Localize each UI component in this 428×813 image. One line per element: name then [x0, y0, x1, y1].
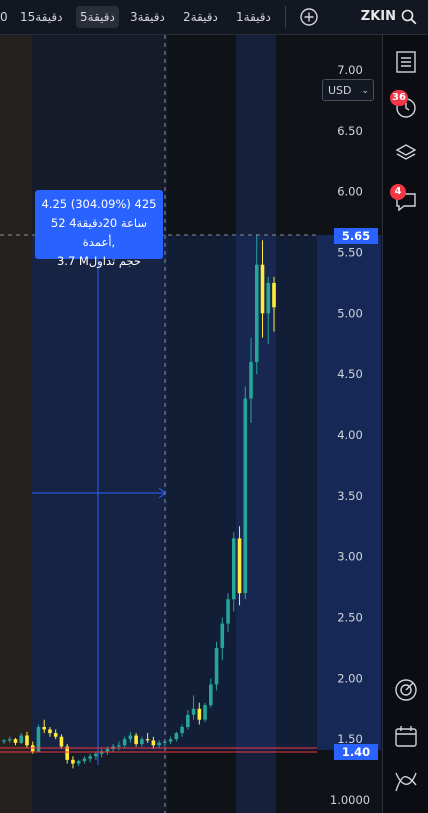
candle-body [134, 735, 138, 745]
candle-body [260, 264, 265, 314]
add-timeframe-icon[interactable] [299, 7, 319, 27]
candle-body [180, 727, 184, 734]
candle-body [186, 714, 190, 727]
candle-body [168, 739, 173, 742]
chevron-down-icon: ⌄ [361, 86, 369, 96]
search-icon[interactable] [400, 8, 418, 26]
candle-body [243, 398, 248, 594]
measure-tooltip: 4.25 (304.09%) 425 52 ساعة 20دقيقة4 ,أعم… [35, 190, 163, 268]
alerts-badge: 36 [390, 90, 408, 106]
candle-body [209, 684, 213, 706]
candle-body [140, 739, 144, 745]
candle-body [197, 708, 202, 720]
candle-body [122, 739, 127, 746]
notes-icon [396, 51, 416, 73]
candle-body [174, 733, 179, 740]
ideas-button[interactable] [392, 676, 420, 704]
candle-body [53, 733, 58, 737]
candle-body [19, 735, 24, 743]
chat-button[interactable]: 4 [390, 184, 420, 215]
toolbar-divider [285, 6, 286, 28]
timeframe-0[interactable]: 0 [0, 6, 8, 28]
currency-dropdown[interactable]: USD ⌄ [322, 79, 374, 101]
chat-badge: 4 [390, 184, 406, 200]
alerts-button[interactable]: 36 [390, 90, 420, 121]
y-tick-label: 3.00 [337, 550, 363, 564]
timeframe-2m[interactable]: 2دقيقة [183, 6, 218, 28]
watchlist-button[interactable] [392, 48, 420, 76]
candle-body [266, 282, 271, 314]
y-tick-label: 4.50 [337, 367, 363, 381]
gauge-icon [395, 679, 417, 701]
layers-button[interactable] [392, 139, 420, 167]
measure-change: 4.25 (304.09%) 425 [41, 197, 157, 211]
candle-body [272, 282, 276, 308]
candle-body [214, 647, 219, 685]
candle-body [42, 727, 47, 730]
currency-label: USD [328, 84, 352, 97]
symbol-name[interactable]: ZKIN [361, 6, 396, 28]
calendar-button[interactable] [392, 722, 420, 750]
timeframe-3m[interactable]: 3دقيقة [130, 6, 165, 28]
y-tick-label: 5.00 [337, 306, 363, 320]
candle-body [249, 362, 253, 399]
candle-body [226, 599, 230, 624]
candle-body [76, 761, 81, 764]
y-tick-label: 6.50 [337, 124, 363, 138]
candle-body [48, 729, 52, 734]
candle-body [151, 740, 156, 746]
candle-body [25, 735, 29, 746]
chart-canvas: 7.00 6.50 6.00 5.50 5.00 4.50 4.00 3.50 3.00 2.50… [0, 35, 381, 813]
timeframe-5m[interactable]: 5دقيقة [76, 6, 119, 28]
trend-curve-icon [395, 772, 417, 792]
y-tick-label: 5.50 [337, 246, 363, 260]
candle-body [231, 538, 236, 600]
candle-body [105, 748, 110, 752]
right-toolbar: 36 4 [382, 35, 428, 813]
measure-volume: 3.7 Mحجم تداول [56, 254, 142, 268]
timeframe-toolbar: 0 15دقيقة 5دقيقة 3دقيقة 2دقيقة 1دقيقة ZK… [0, 0, 428, 35]
candle-body [88, 756, 92, 759]
timeframe-1m[interactable]: 1دقيقة [236, 6, 271, 28]
candle-body [117, 745, 121, 747]
price-chart[interactable]: 7.00 6.50 6.00 5.50 5.00 4.50 4.00 3.50 3.00 2.50… [0, 35, 382, 813]
candle-body [220, 623, 225, 648]
session-shade-left [0, 35, 32, 813]
y-tick-label: 4.00 [337, 428, 363, 442]
y-tick-label: 6.00 [337, 185, 363, 199]
layers-icon [395, 144, 417, 160]
y-tick-label: 7.00 [337, 63, 363, 77]
candle-body [157, 742, 161, 746]
candle-body [2, 740, 6, 742]
candle-body [59, 736, 64, 747]
candle-body [145, 739, 150, 741]
candle-body [7, 739, 12, 741]
candle-body [71, 759, 75, 764]
y-tick-label: 3.50 [337, 489, 363, 503]
calendar-icon [395, 726, 417, 747]
candle-body [94, 753, 98, 757]
trend-tool-button[interactable] [392, 767, 420, 795]
timeframe-15m[interactable]: 15دقيقة [20, 6, 63, 28]
y-tick-label: 1.0000 [330, 793, 370, 807]
crosshair-price-label: 5.65 [334, 228, 378, 244]
candle-body [82, 758, 87, 762]
candle-body [191, 708, 196, 715]
measure-duration: 52 ساعة 20دقيقة4 ,أعمدة [50, 216, 148, 249]
candle-body [203, 705, 207, 720]
candle-body [254, 264, 259, 362]
candle-body [13, 739, 18, 743]
y-tick-label: 2.00 [337, 671, 363, 685]
y-tick-label: 2.50 [337, 611, 363, 625]
candle-body [128, 735, 133, 740]
last-price-label: 1.40 [334, 744, 378, 760]
candle-body [237, 538, 242, 594]
